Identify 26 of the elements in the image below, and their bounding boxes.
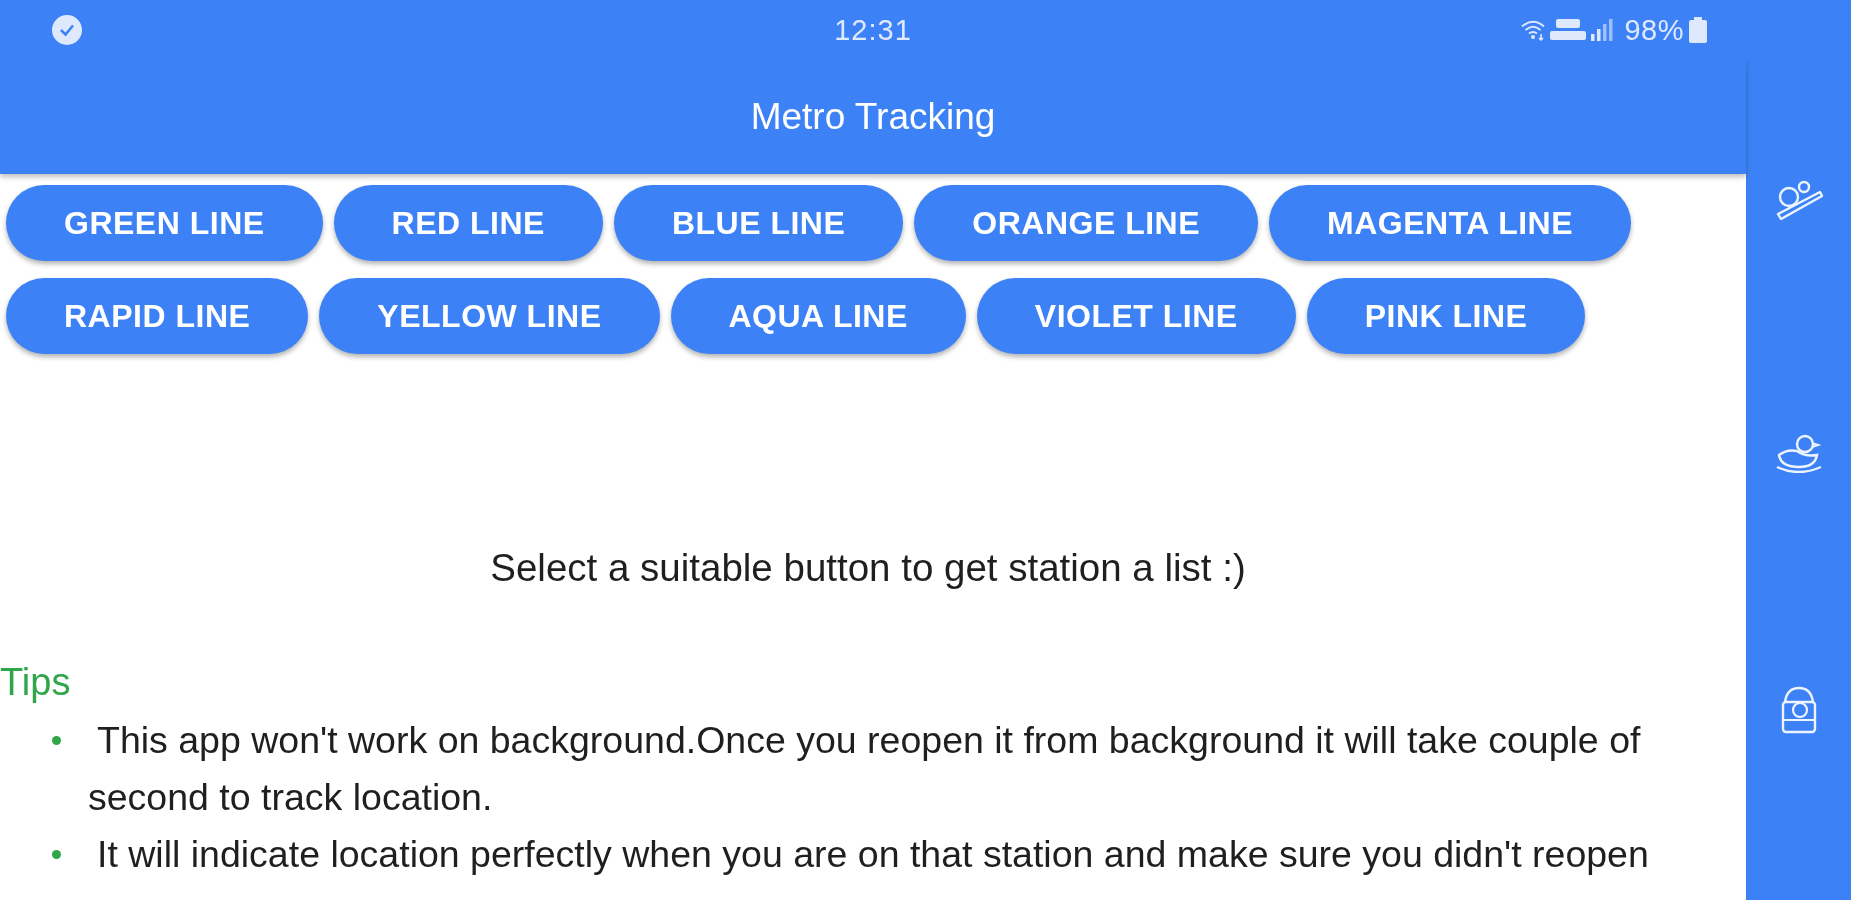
line-button[interactable]: RAPID LINE xyxy=(6,278,309,354)
tip-text: This app won't work on background.Once you reopen it from background it will take couple of second to track location. xyxy=(88,718,1642,820)
line-button[interactable]: ORANGE LINE xyxy=(914,185,1259,261)
line-button[interactable]: AQUA LINE xyxy=(670,278,966,354)
battery-icon xyxy=(1689,17,1707,43)
signal-icon xyxy=(1591,19,1614,41)
line-button[interactable]: RED LINE xyxy=(333,185,603,261)
line-button[interactable]: VIOLET LINE xyxy=(976,278,1296,354)
app-title: Metro Tracking xyxy=(750,96,996,138)
notification-icon xyxy=(52,15,82,45)
line-button[interactable]: BLUE LINE xyxy=(613,185,904,261)
line-button[interactable]: PINK LINE xyxy=(1306,278,1586,354)
bullet-icon xyxy=(52,736,61,745)
duck-icon[interactable] xyxy=(1774,433,1823,473)
tip-text: It will indicate location perfectly when you are on that station and make sure you didn't reopen xyxy=(96,832,1650,877)
line-button[interactable]: GREEN LINE xyxy=(6,185,323,261)
ball-on-ramp-icon[interactable] xyxy=(1774,180,1823,220)
status-time: 12:31 xyxy=(834,13,912,47)
tips-heading: Tips xyxy=(0,662,72,702)
line-button[interactable]: MAGENTA LINE xyxy=(1269,185,1632,261)
hint-message: Select a suitable button to get station a list :) xyxy=(489,548,1247,588)
network-type-icon xyxy=(1550,19,1587,41)
battery-percent: 98% xyxy=(1624,13,1684,47)
line-button[interactable]: YELLOW LINE xyxy=(319,278,660,354)
wifi-icon xyxy=(1521,19,1546,41)
bullet-icon xyxy=(52,850,61,859)
